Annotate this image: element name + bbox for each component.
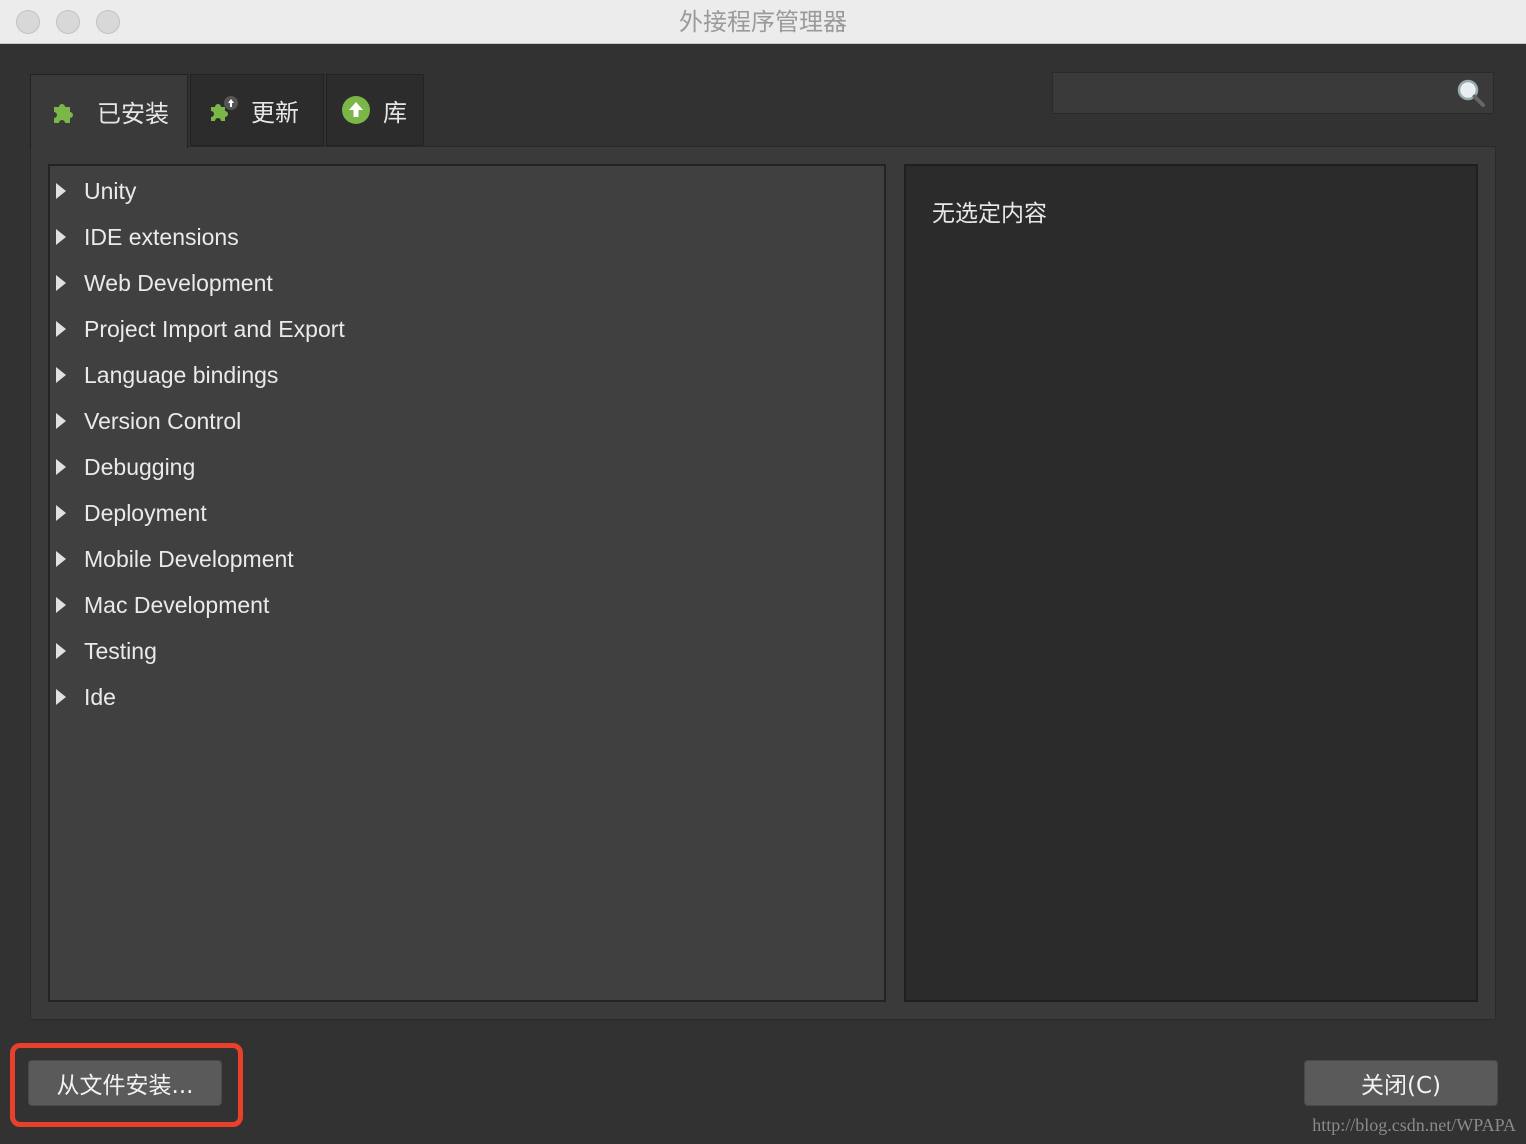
expand-arrow-icon[interactable] (56, 275, 66, 291)
tree-item-ide-extensions[interactable]: IDE extensions (50, 214, 870, 260)
expand-arrow-icon[interactable] (56, 413, 66, 429)
tree-item-label: Mobile Development (84, 545, 294, 572)
tree-item-label: Debugging (84, 453, 196, 480)
tree-item-project-import-export[interactable]: Project Import and Export (50, 306, 870, 352)
tree-item-label: Web Development (84, 269, 273, 296)
tree-item-label: Mac Development (84, 591, 270, 618)
watermark: http://blog.csdn.net/WPAPA (1312, 1115, 1516, 1135)
tree-item-debugging[interactable]: Debugging (50, 444, 870, 490)
tab-updates[interactable]: 更新 (190, 74, 324, 146)
search-box (1052, 72, 1494, 114)
puzzle-icon (49, 97, 79, 127)
tree-item-label: Deployment (84, 499, 207, 526)
tab-label: 已安装 (97, 100, 169, 128)
detail-panel: 无选定内容 (904, 164, 1478, 1002)
tree-item-web-development[interactable]: Web Development (50, 260, 870, 306)
tree-item-label: Testing (84, 637, 157, 664)
expand-arrow-icon[interactable] (56, 597, 66, 613)
tree-item-label: Language bindings (84, 361, 279, 388)
title-bar: 外接程序管理器 (0, 0, 1526, 44)
expand-arrow-icon[interactable] (56, 551, 66, 567)
tab-label: 更新 (251, 98, 299, 127)
window-title: 外接程序管理器 (679, 8, 847, 36)
expand-arrow-icon[interactable] (56, 321, 66, 337)
tree-item-label: Unity (84, 177, 137, 204)
tree-item-label: Ide (84, 683, 116, 710)
tab-label: 库 (383, 98, 407, 127)
tree-item-version-control[interactable]: Version Control (50, 398, 870, 444)
gallery-upload-icon (341, 95, 371, 125)
tab-installed[interactable]: 已安装 (30, 74, 188, 148)
expand-arrow-icon[interactable] (56, 505, 66, 521)
tree-item-deployment[interactable]: Deployment (50, 490, 870, 536)
expand-arrow-icon[interactable] (56, 183, 66, 199)
tab-gallery[interactable]: 库 (326, 74, 424, 146)
search-input[interactable] (1059, 77, 1453, 111)
expand-arrow-icon[interactable] (56, 643, 66, 659)
expand-arrow-icon[interactable] (56, 229, 66, 245)
tree-item-mobile-development[interactable]: Mobile Development (50, 536, 870, 582)
annotation-highlight-box (10, 1043, 243, 1127)
close-button[interactable]: 关闭(C) (1304, 1060, 1498, 1106)
expand-arrow-icon[interactable] (56, 459, 66, 475)
tree-item-language-bindings[interactable]: Language bindings (50, 352, 870, 398)
tree-item-ide[interactable]: Ide (50, 674, 870, 720)
tree-item-label: IDE extensions (84, 223, 239, 250)
expand-arrow-icon[interactable] (56, 367, 66, 383)
tree-item-label: Project Import and Export (84, 315, 345, 342)
tree-item-unity[interactable]: Unity (50, 168, 870, 214)
addin-category-tree: Unity IDE extensions Web Development Pro… (48, 164, 886, 1002)
tree-item-mac-development[interactable]: Mac Development (50, 582, 870, 628)
search-icon[interactable] (1455, 77, 1487, 109)
tree-item-testing[interactable]: Testing (50, 628, 870, 674)
expand-arrow-icon[interactable] (56, 689, 66, 705)
tree-item-label: Version Control (84, 407, 242, 434)
puzzle-update-icon (209, 95, 239, 125)
no-selection-text: 无选定内容 (932, 201, 1047, 227)
